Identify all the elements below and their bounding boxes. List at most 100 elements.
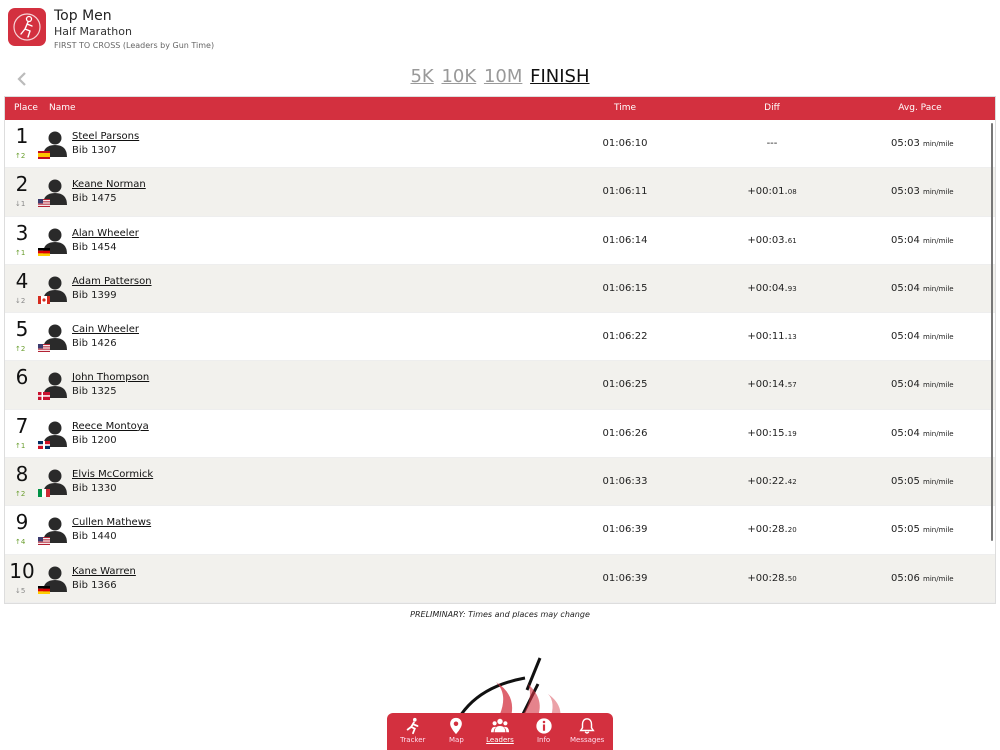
pace-unit: min/mile	[923, 236, 954, 245]
tab-leaders[interactable]: Leaders	[478, 713, 522, 750]
group-icon	[490, 718, 509, 733]
leaderboard-table: Place Name Time Diff Avg. Pace 1 ↑2 Steel …	[4, 96, 996, 604]
tab-info[interactable]: Info	[522, 713, 566, 750]
table-body: 1 ↑2 Steel Parsons Bib 1307 01:06:10 --- 05:03…	[5, 120, 995, 603]
time-diff-main: +00:14.	[747, 379, 788, 391]
column-header-pace: Avg. Pace	[898, 103, 942, 113]
finish-time: 01:06:39	[602, 572, 648, 584]
time-diff-main: +00:15.	[747, 427, 788, 439]
bib-number: Bib 1454	[72, 241, 117, 253]
split-tab-10k[interactable]: 10K	[441, 66, 476, 87]
avg-pace-value: 05:03	[891, 186, 920, 198]
finish-time: 01:06:39	[602, 524, 648, 536]
time-diff-fraction: 08	[787, 188, 797, 197]
tab-tracker-label: Tracker	[400, 736, 426, 744]
rank-change: ↑2	[15, 490, 26, 499]
country-flag-icon	[38, 247, 50, 256]
avg-pace-value: 05:04	[891, 234, 920, 246]
page-title: Top Men	[54, 8, 112, 24]
time-diff: +00:03.61	[732, 235, 812, 246]
bib-number: Bib 1330	[72, 483, 117, 495]
avg-pace: 05:06 min/mile	[875, 573, 985, 584]
time-diff-fraction: 42	[787, 478, 797, 487]
runner-name-link[interactable]: Keane Norman	[72, 179, 146, 190]
runner-name-link[interactable]: Elvis McCormick	[72, 469, 153, 480]
avg-pace: 05:05 min/mile	[875, 476, 985, 487]
time-diff: +00:22.42	[732, 476, 812, 487]
split-tab-10m[interactable]: 10M	[484, 66, 522, 87]
bottom-tab-bar: Tracker Map Leaders Info Messages	[387, 713, 613, 750]
country-flag-icon	[38, 199, 50, 208]
bib-number: Bib 1307	[72, 145, 117, 156]
tab-info-label: Info	[536, 736, 551, 744]
time-diff: +00:28.50	[732, 573, 812, 584]
pace-unit: min/mile	[923, 188, 954, 197]
scrollbar[interactable]	[991, 123, 993, 541]
place-number: 6	[15, 365, 29, 390]
runner-name-link[interactable]: Alan Wheeler	[72, 228, 139, 239]
pace-unit: min/mile	[923, 574, 954, 583]
runner-name-link[interactable]: Cain Wheeler	[72, 324, 139, 335]
time-diff-fraction: 93	[787, 284, 797, 293]
finish-time: 01:06:10	[602, 138, 648, 149]
place-number: 3	[15, 220, 29, 245]
table-row[interactable]: 3 ↑1 Alan Wheeler Bib 1454 01:06:14 +00:03.61…	[5, 217, 995, 265]
tab-map[interactable]: Map	[435, 713, 479, 750]
time-diff: +00:14.57	[732, 379, 812, 390]
rank-change: ↑2	[15, 152, 26, 160]
time-diff: ---	[732, 138, 812, 149]
table-row[interactable]: 2 ↓1 Keane Norman Bib 1475 01:06:11 +00:01.08…	[5, 168, 995, 217]
place-number: 1	[15, 124, 29, 148]
leaderboard-caption: FIRST TO CROSS (Leaders by Gun Time)	[54, 41, 215, 50]
rank-change: ↑4	[15, 538, 26, 547]
time-diff-fraction: 57	[787, 381, 797, 390]
place-number: 4	[15, 268, 29, 293]
time-diff-main: ---	[766, 138, 778, 149]
split-tab-5k[interactable]: 5K	[410, 66, 433, 87]
bib-number: Bib 1200	[72, 434, 117, 446]
runner-name-link[interactable]: Kane Warren	[72, 566, 136, 577]
tab-tracker[interactable]: Tracker	[391, 713, 435, 750]
table-row[interactable]: 8 ↑2 Elvis McCormick Bib 1330 01:06:33 +00:22…	[5, 458, 995, 507]
split-tab-finish[interactable]: FINISH	[530, 66, 589, 87]
time-diff-main: +00:22.	[747, 476, 788, 488]
runner-name-link[interactable]: Steel Parsons	[72, 131, 139, 142]
avg-pace: 05:04 min/mile	[875, 331, 985, 342]
rank-change: ↓1	[15, 200, 26, 209]
tab-messages[interactable]: Messages	[565, 713, 609, 750]
country-flag-icon	[38, 392, 50, 401]
runner-name-link[interactable]: Adam Patterson	[72, 276, 152, 287]
table-row[interactable]: 7 ↑1 Reece Montoya Bib 1200 01:06:26 +00:15.1…	[5, 410, 995, 459]
country-flag-icon	[38, 440, 50, 449]
country-flag-icon	[38, 489, 50, 498]
info-icon	[535, 718, 552, 734]
rank-change: ↑1	[15, 441, 26, 450]
finish-time: 01:06:33	[602, 476, 648, 488]
time-diff-main: +00:04.	[747, 282, 788, 294]
bib-number: Bib 1366	[72, 579, 117, 591]
finish-time: 01:06:22	[602, 331, 648, 343]
runner-name-link[interactable]: Reece Montoya	[72, 421, 149, 432]
time-diff-fraction: 50	[787, 574, 797, 583]
avg-pace: 05:04 min/mile	[875, 379, 985, 390]
table-row[interactable]: 10 ↓5 Kane Warren Bib 1366 01:06:39 +00:28.50…	[5, 554, 995, 603]
time-diff: +00:04.93	[732, 283, 812, 294]
table-header: Place Name Time Diff Avg. Pace	[5, 97, 995, 120]
finish-time: 01:06:26	[602, 427, 648, 439]
avg-pace-value: 05:05	[891, 476, 920, 488]
runner-name-link[interactable]: John Thompson	[72, 372, 149, 383]
country-flag-icon	[38, 585, 50, 594]
table-row[interactable]: 5 ↑2 Cain Wheeler Bib 1426 01:06:22 +00:11.13…	[5, 313, 995, 362]
runner-name-link[interactable]: Cullen Mathews	[72, 517, 151, 528]
avg-pace-value: 05:04	[891, 282, 920, 294]
table-row[interactable]: 6 John Thompson Bib 1325 01:06:25 +00:14.57 0…	[5, 361, 995, 410]
bib-number: Bib 1399	[72, 289, 117, 301]
bib-number: Bib 1426	[72, 338, 117, 350]
table-row[interactable]: 4 ↓2 Adam Patterson Bib 1399 01:06:15 +00:04.…	[5, 264, 995, 314]
avg-pace-value: 05:05	[891, 524, 920, 536]
pace-unit: min/mile	[923, 381, 954, 390]
time-diff-main: +00:28.	[747, 524, 788, 536]
table-row[interactable]: 1 ↑2 Steel Parsons Bib 1307 01:06:10 --- 05:03…	[5, 120, 995, 169]
rank-change: ↑1	[15, 248, 26, 257]
table-row[interactable]: 9 ↑4 Cullen Mathews Bib 1440 01:06:39 +00:28.…	[5, 506, 995, 555]
